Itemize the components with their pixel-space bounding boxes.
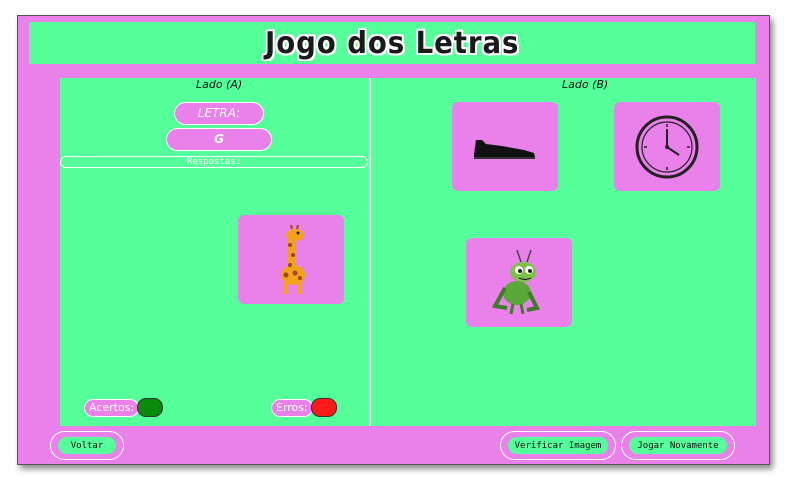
erros-indicator (310, 398, 337, 417)
grasshopper-icon (491, 249, 540, 314)
letra-label-pill: LETRA: (174, 102, 264, 125)
jogar-button-frame: Jogar Novamente (621, 431, 735, 460)
letra-value: G (214, 132, 224, 146)
voltar-button-frame: Voltar (50, 431, 124, 460)
erros-label: Erros: (271, 398, 313, 417)
acertos-indicator (137, 398, 164, 417)
giraffe-icon (281, 224, 305, 294)
letra-label: LETRA: (197, 106, 241, 120)
side-divider (369, 78, 371, 426)
answer-card-giraffe[interactable] (238, 215, 344, 304)
jogar-novamente-button[interactable]: Jogar Novamente (629, 437, 727, 454)
clock-icon (635, 115, 699, 178)
option-card-shoe[interactable] (452, 102, 558, 191)
verificar-button-frame: Verificar Imagem (500, 431, 616, 460)
acertos-counter: Acertos: (84, 398, 164, 417)
game-title: Jogo dos Letras (264, 25, 520, 61)
shoe-icon (474, 139, 535, 159)
acertos-label: Acertos: (84, 398, 140, 417)
letra-value-pill: G (166, 128, 272, 151)
respostas-label: Respostas: (186, 157, 242, 167)
voltar-button[interactable]: Voltar (58, 437, 116, 454)
game-window: Jogo dos Letras Lado (A) LETRA: G Respos… (17, 15, 770, 465)
erros-counter: Erros: (271, 398, 337, 417)
game-board: Lado (A) LETRA: G Respostas: Acertos: Er… (60, 78, 756, 426)
side-b-label: Lado (B) (562, 78, 609, 91)
verificar-imagem-button[interactable]: Verificar Imagem (508, 437, 608, 454)
option-card-grasshopper[interactable] (466, 238, 572, 327)
option-card-clock[interactable] (614, 102, 720, 191)
title-bar: Jogo dos Letras (29, 22, 755, 64)
side-a-label: Lado (A) (196, 78, 243, 91)
respostas-bar: Respostas: (60, 156, 368, 168)
